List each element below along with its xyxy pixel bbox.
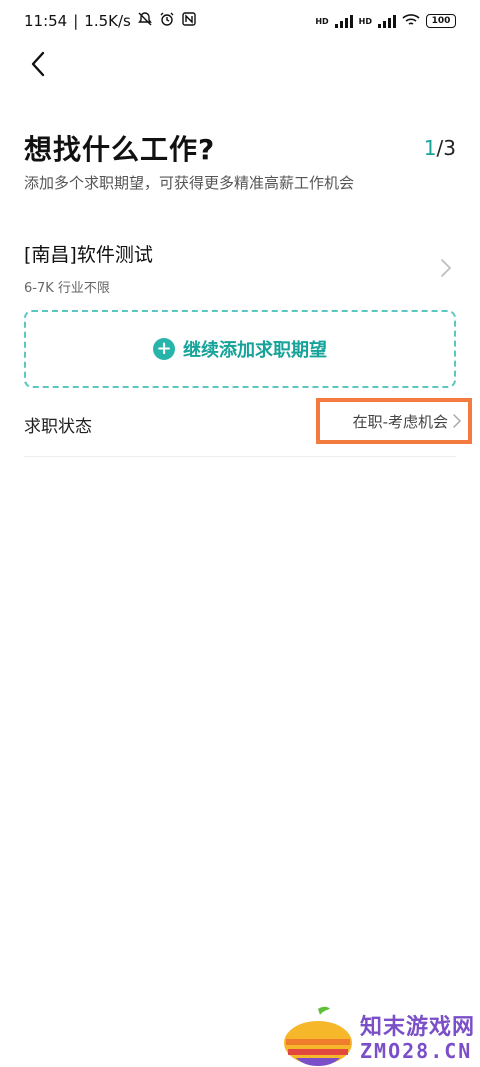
chevron-right-icon [453,414,462,428]
step-current: 1 [423,136,437,160]
nfc-icon [181,11,197,31]
chevron-right-icon [441,259,452,277]
chevron-left-icon [31,51,45,77]
preference-title: [南昌]软件测试 [24,244,153,266]
status-right: HD HD 100 [315,13,456,30]
wifi-icon [402,13,420,30]
add-preference-label: 继续添加求职期望 [183,340,327,361]
step-total: /3 [436,136,456,160]
hd-label-1: HD [315,16,329,26]
job-status-value-highlight[interactable]: 在职-考虑机会 [316,398,472,444]
battery-icon: 100 [426,14,456,28]
job-status-row[interactable]: 求职状态 在职-考虑机会 [24,398,472,457]
status-bar: 11:54 | 1.5K/s HD HD 100 [0,0,480,42]
page-title: 想找什么工作? [24,133,216,166]
back-button[interactable] [22,48,54,80]
watermark-text-cn: 知末游戏网 [360,1015,476,1040]
signal-icon-2 [378,14,396,28]
add-preference-button[interactable]: + 继续添加求职期望 [24,310,456,388]
network-speed: 1.5K/s [84,12,131,30]
hd-label-2: HD [358,16,372,26]
job-preference-item[interactable]: [南昌]软件测试 6-7K 行业不限 [24,240,456,300]
status-separator: | [73,12,79,30]
apple-logo-icon [284,1006,352,1066]
page-subtitle: 添加多个求职期望，可获得更多精准高薪工作机会 [24,174,355,192]
signal-icon [334,14,353,28]
preference-meta: 6-7K 行业不限 [24,281,110,296]
job-status-value: 在职-考虑机会 [352,412,448,431]
step-indicator: 1/3 [424,136,456,160]
job-status-label: 求职状态 [24,417,92,437]
status-time: 11:54 [24,12,68,30]
status-left: 11:54 | 1.5K/s [24,11,197,31]
watermark-text-en: ZMO28.CN [360,1039,473,1063]
plus-circle-icon: + [153,338,175,360]
watermark: 知末游戏网 ZMO28.CN [280,1005,480,1067]
alarm-icon [159,11,175,31]
bell-muted-icon [137,11,153,31]
